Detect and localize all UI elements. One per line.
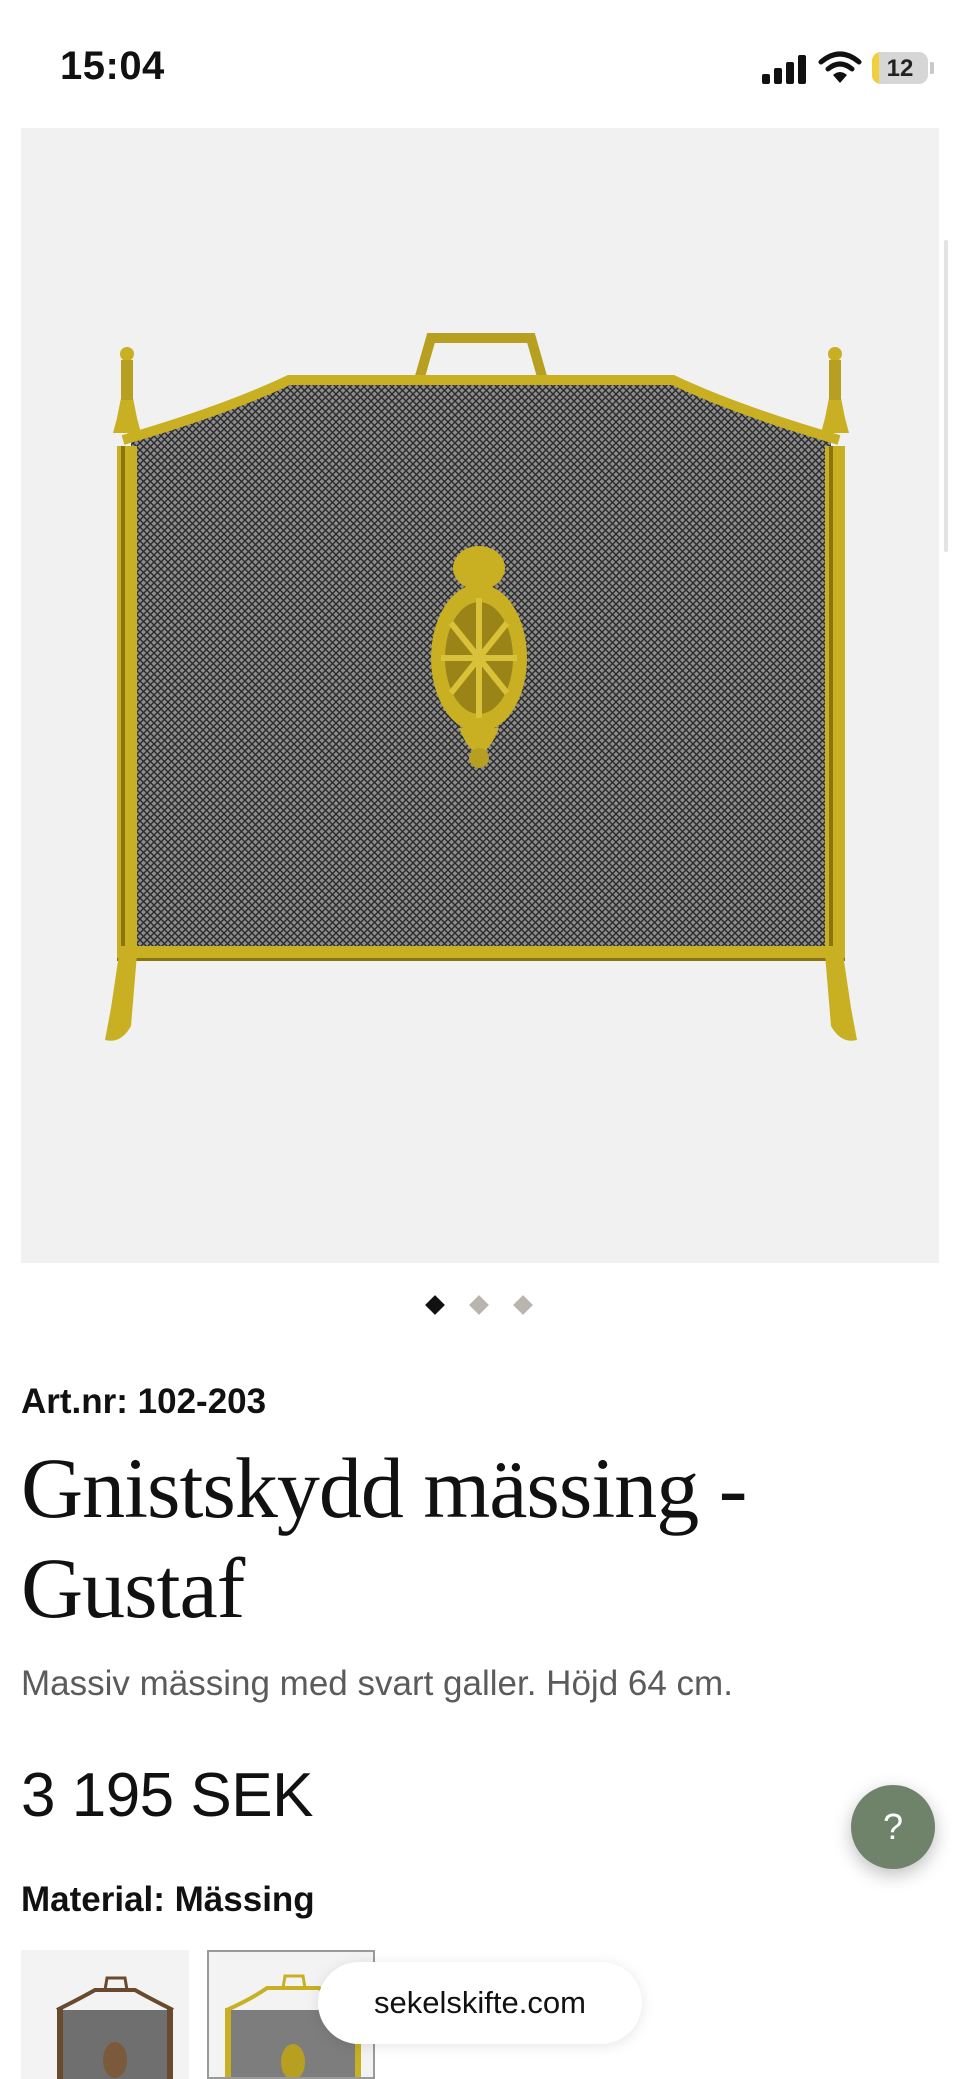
product-title: Gnistskydd mässing - Gustaf <box>21 1440 747 1636</box>
fire-screen-illustration <box>105 333 857 1041</box>
product-image[interactable] <box>21 128 939 1263</box>
carousel-dot[interactable] <box>469 1295 489 1315</box>
battery-nub <box>930 62 934 74</box>
material-label: Material: Mässing <box>21 1880 315 1919</box>
battery-level: 12 <box>886 55 914 82</box>
fire-screen-thumbnail <box>56 1976 174 2079</box>
carousel-dots <box>0 1294 960 1318</box>
carousel-dot[interactable] <box>425 1295 445 1315</box>
status-time: 15:04 <box>60 44 165 88</box>
battery-icon: 12 <box>872 52 928 84</box>
product-price: 3 195 SEK <box>21 1761 313 1830</box>
cellular-signal-icon <box>762 54 806 84</box>
variant-thumbnail-1[interactable] <box>21 1950 189 2079</box>
wifi-icon <box>818 51 862 83</box>
carousel-dot[interactable] <box>513 1295 533 1315</box>
status-bar: 15:04 12 <box>0 0 960 128</box>
article-number: Art.nr: 102-203 <box>21 1382 267 1421</box>
browser-url-bar[interactable]: sekelskifte.com <box>318 1962 642 2044</box>
scroll-indicator <box>944 240 948 552</box>
help-button[interactable]: ? <box>851 1785 935 1869</box>
product-description: Massiv mässing med svart galler. Höjd 64… <box>21 1664 733 1703</box>
